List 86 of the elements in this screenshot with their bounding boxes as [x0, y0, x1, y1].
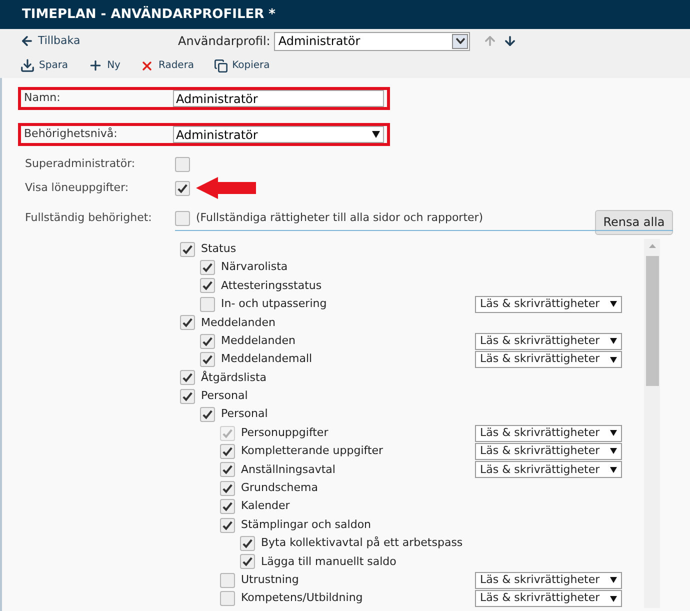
checkbox[interactable] — [200, 407, 215, 422]
permission-label: Status — [201, 240, 236, 257]
checkbox[interactable] — [220, 480, 235, 496]
arrow-up-icon — [483, 34, 498, 48]
checkbox[interactable] — [220, 462, 235, 478]
dropdown-icon — [610, 430, 617, 436]
permission-select[interactable]: Läs & skrivrättigheter — [475, 590, 622, 608]
permission-label: Utrustning — [241, 572, 299, 588]
permission-label: Anställningsavtal — [241, 462, 336, 478]
dropdown-icon — [610, 301, 617, 308]
checkbox[interactable] — [240, 536, 255, 551]
dropdown-icon — [610, 338, 617, 344]
checkbox[interactable] — [200, 296, 215, 312]
permission-label: Grundschema — [241, 480, 318, 496]
permission-label: Personal — [221, 406, 268, 422]
dropdown-icon — [610, 356, 617, 363]
checkbox[interactable] — [200, 278, 215, 294]
permission-label: Kompletterande uppgifter — [241, 443, 384, 460]
permission-label: Kompetens/Utbildning — [241, 590, 363, 606]
profile-select[interactable]: Administratör — [274, 32, 470, 50]
permission-label: Personuppgifter — [241, 424, 328, 441]
checkbox[interactable] — [220, 444, 235, 459]
checkbox[interactable] — [175, 210, 190, 226]
checkbox[interactable] — [180, 242, 195, 257]
full-access-note: (Fullständiga rättigheter till alla sidor och rapporter) — [196, 210, 484, 226]
permission-label: Lägga till manuellt saldo — [261, 554, 396, 570]
scroll-up-icon — [648, 244, 656, 248]
arrow-down-icon — [503, 34, 518, 48]
plus-icon — [88, 58, 104, 73]
checkbox[interactable] — [240, 554, 255, 570]
dropdown-icon — [610, 596, 617, 602]
permission-select[interactable]: Läs & skrivrättigheter — [475, 296, 622, 313]
back-button[interactable]: Tillbaka — [20, 32, 178, 50]
checkbox[interactable] — [200, 260, 215, 276]
window-title: TIMEPLAN - ANVÄNDARPROFILER * — [22, 5, 276, 24]
level-select[interactable]: Administratör — [173, 126, 384, 143]
permission-label: Åtgärdslista — [201, 370, 267, 386]
permission-select[interactable]: Läs & skrivrättigheter — [475, 332, 622, 350]
download-icon — [20, 58, 35, 73]
checkbox[interactable] — [180, 388, 195, 404]
checkbox[interactable] — [220, 499, 235, 514]
move-down-button[interactable] — [503, 34, 518, 48]
checkbox[interactable] — [200, 334, 215, 349]
permission-label: In- och utpassering — [221, 296, 327, 312]
permission-select[interactable]: Läs & skrivrättigheter — [475, 351, 622, 368]
field-label: Namn: — [24, 90, 62, 106]
permission-label: Personal — [201, 388, 248, 404]
profile-label: Användarprofil: — [178, 33, 270, 50]
checkbox[interactable] — [220, 518, 235, 533]
permission-select[interactable]: Läs & skrivrättigheter — [475, 572, 622, 589]
permission-label: Attesteringsstatus — [221, 278, 322, 294]
permission-label: Närvarolista — [221, 259, 288, 276]
permission-label: Stämplingar och saldon — [241, 516, 372, 533]
permission-select[interactable]: Läs & skrivrättigheter — [475, 461, 622, 478]
close-icon — [140, 58, 154, 72]
checkbox[interactable] — [220, 591, 235, 606]
checkbox[interactable] — [220, 572, 235, 588]
toolbar-button[interactable]: Ny — [88, 58, 120, 73]
copy-icon — [214, 58, 228, 72]
permission-label: Meddelanden — [221, 332, 296, 349]
dropdown-icon — [610, 466, 617, 473]
field-label: Superadministratör: — [25, 156, 136, 172]
checkbox[interactable] — [175, 156, 190, 172]
field-label: Behörighetsnivå: — [24, 126, 118, 142]
checkbox[interactable] — [180, 315, 195, 330]
permission-select[interactable]: Läs & skrivrättigheter — [475, 442, 622, 460]
permission-label: Meddelanden — [201, 314, 276, 330]
permission-label: Byta kollektivavtal på ett arbetspass — [261, 535, 463, 552]
permission-label: Kalender — [241, 498, 290, 514]
toolbar-button[interactable]: Radera — [140, 58, 194, 73]
dropdown-icon — [452, 34, 468, 48]
scrollbar-thumb[interactable] — [646, 256, 658, 386]
dropdown-icon — [610, 448, 617, 454]
checkbox[interactable] — [180, 370, 195, 386]
name-field[interactable]: Administratör — [173, 90, 384, 107]
dropdown-icon — [610, 577, 617, 584]
field-label: Visa löneuppgifter: — [25, 180, 130, 196]
checkbox[interactable] — [200, 352, 215, 368]
checkbox[interactable] — [175, 180, 190, 196]
clear-all-button[interactable]: Rensa alla — [595, 210, 673, 234]
permission-label: Meddelandemall — [221, 351, 312, 368]
toolbar-button[interactable]: Kopiera — [214, 58, 270, 73]
field-label: Fullständig behörighet: — [25, 210, 153, 226]
toolbar-button[interactable]: Spara — [20, 58, 68, 73]
scrollbar[interactable] — [644, 239, 660, 608]
dropdown-icon — [372, 131, 380, 138]
